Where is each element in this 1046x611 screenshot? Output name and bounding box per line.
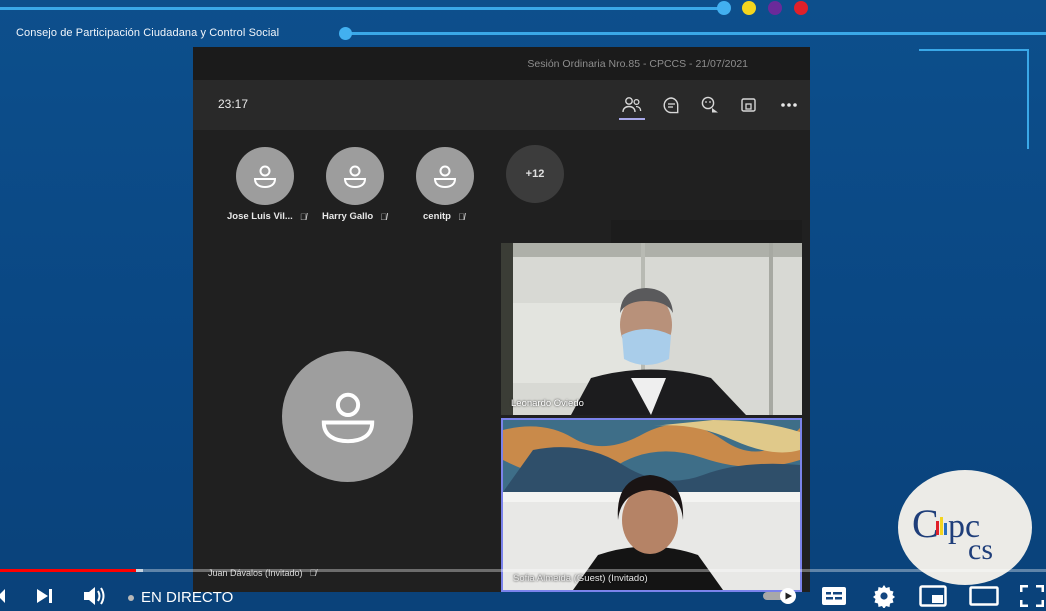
volume-icon[interactable] xyxy=(80,585,110,607)
player-progress-bar[interactable] xyxy=(0,569,1046,572)
participant-avatar[interactable] xyxy=(236,147,294,205)
settings-gear-icon[interactable] xyxy=(870,585,898,608)
active-tab-indicator xyxy=(619,118,645,120)
header-top-line xyxy=(0,7,720,10)
more-options-icon[interactable] xyxy=(776,92,802,118)
live-indicator[interactable]: EN DIRECTO xyxy=(128,589,233,606)
participant-name: cenitp 🎙̸ xyxy=(423,211,465,222)
video-feed-image xyxy=(503,420,800,590)
main-participant-avatar[interactable] xyxy=(282,351,413,482)
video-tile[interactable]: Leonardo Oviedo xyxy=(501,243,802,415)
reactions-icon[interactable] xyxy=(697,92,723,118)
participant-label: cenitp xyxy=(423,211,451,222)
participant-label: Harry Gallo xyxy=(322,211,374,222)
cpccs-logo: C pc cs xyxy=(898,470,1032,585)
svg-text:cs: cs xyxy=(968,533,993,563)
progress-buffer xyxy=(135,569,144,572)
header-dot-purple xyxy=(768,1,782,15)
theater-mode-icon[interactable] xyxy=(968,585,1000,607)
meeting-window: Sesión Ordinaria Nro.85 - CPCCS - 21/07/… xyxy=(193,47,810,592)
frame-line-horizontal xyxy=(919,49,1029,51)
meeting-title: Sesión Ordinaria Nro.85 - CPCCS - 21/07/… xyxy=(193,47,810,80)
meeting-toolbar: 23:17 xyxy=(193,80,810,130)
mic-muted-icon: 🎙̸ xyxy=(457,211,465,222)
participant-name: Harry Gallo 🎙̸ xyxy=(322,211,387,222)
progress-played xyxy=(0,569,136,572)
header-line-dot xyxy=(339,27,352,40)
previous-icon[interactable] xyxy=(0,585,8,607)
autoplay-toggle[interactable] xyxy=(762,585,798,607)
chat-icon[interactable] xyxy=(658,92,684,118)
next-icon[interactable] xyxy=(34,585,56,607)
video-participant-name: Leonardo Oviedo xyxy=(511,398,584,409)
video-feed-image xyxy=(501,243,802,415)
live-label: EN DIRECTO xyxy=(141,589,234,606)
fullscreen-icon[interactable] xyxy=(1018,585,1046,607)
share-tray-icon[interactable] xyxy=(736,92,762,118)
header-dot-yellow xyxy=(742,1,756,15)
meeting-timer: 23:17 xyxy=(218,97,249,111)
live-dot xyxy=(128,594,134,601)
participant-avatar[interactable] xyxy=(416,147,474,205)
meeting-stage: Jose Luis Vil... 🎙̸ Harry Gallo 🎙̸ cenit… xyxy=(193,130,810,592)
mic-muted-icon: 🎙̸ xyxy=(299,211,307,222)
header-dot-blue xyxy=(717,1,731,15)
header-second-line xyxy=(346,32,1046,35)
participant-name: Jose Luis Vil... 🎙̸ xyxy=(227,211,307,222)
more-participants-button[interactable]: +12 xyxy=(506,145,564,203)
frame-line-vertical xyxy=(1027,49,1029,149)
miniplayer-icon[interactable] xyxy=(918,585,948,607)
cpccs-logo-mark: C pc cs xyxy=(912,501,993,563)
svg-text:C: C xyxy=(912,501,939,546)
organization-title: Consejo de Participación Ciudadana y Con… xyxy=(16,27,280,39)
people-icon[interactable] xyxy=(619,92,645,118)
player-controls: EN DIRECTO xyxy=(0,578,1046,611)
header-dot-red xyxy=(794,1,808,15)
subtitles-icon[interactable] xyxy=(820,585,848,607)
participant-label: Jose Luis Vil... xyxy=(227,211,293,222)
video-tile-active-speaker[interactable]: Sofia Almeida (Guest) (Invitado) xyxy=(501,418,802,592)
participant-avatar[interactable] xyxy=(326,147,384,205)
mic-muted-icon: 🎙̸ xyxy=(380,211,387,222)
